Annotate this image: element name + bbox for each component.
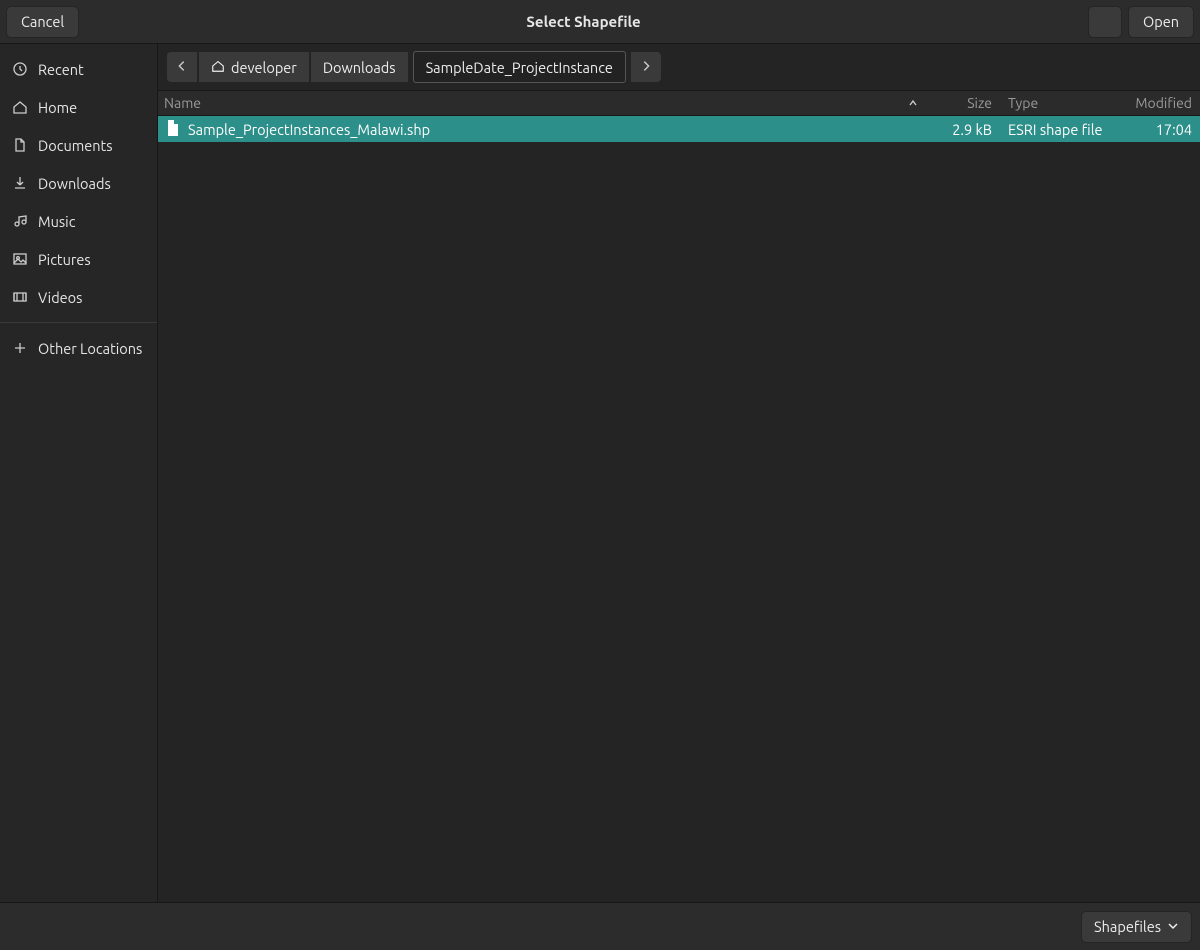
file-icon xyxy=(166,120,180,139)
breadcrumb-segment-home[interactable]: developer xyxy=(198,51,310,83)
column-header-modified[interactable]: Modified xyxy=(1120,95,1200,111)
file-row[interactable]: Sample_ProjectInstances_Malawi.shp 2.9 k… xyxy=(158,116,1200,142)
sidebar-separator xyxy=(0,322,157,323)
sidebar-item-pictures[interactable]: Pictures xyxy=(0,240,157,278)
clock-icon xyxy=(12,61,28,77)
breadcrumb-forward-button[interactable] xyxy=(630,51,662,83)
column-header-type[interactable]: Type xyxy=(1000,95,1120,111)
home-icon xyxy=(211,59,225,76)
column-header-label: Size xyxy=(967,95,992,111)
chevron-right-icon xyxy=(639,59,653,76)
sidebar-item-label: Recent xyxy=(38,61,84,78)
sort-ascending-icon xyxy=(908,95,918,111)
file-name: Sample_ProjectInstances_Malawi.shp xyxy=(188,121,430,138)
main-area: developer Downloads SampleDate_ProjectIn… xyxy=(158,44,1200,902)
dialog-title: Select Shapefile xyxy=(79,13,1088,30)
plus-icon xyxy=(12,340,28,356)
video-icon xyxy=(12,289,28,305)
sidebar-item-label: Music xyxy=(38,213,75,230)
sidebar-item-label: Downloads xyxy=(38,175,111,192)
breadcrumb-bar: developer Downloads SampleDate_ProjectIn… xyxy=(158,44,1200,90)
sidebar-item-label: Home xyxy=(38,99,77,116)
sidebar-item-downloads[interactable]: Downloads xyxy=(0,164,157,202)
file-list[interactable]: Sample_ProjectInstances_Malawi.shp 2.9 k… xyxy=(158,116,1200,902)
breadcrumb-segment-current[interactable]: SampleDate_ProjectInstance xyxy=(413,51,626,83)
titlebar: Cancel Select Shapefile Open xyxy=(0,0,1200,44)
documents-icon xyxy=(12,137,28,153)
breadcrumb-label: developer xyxy=(231,59,297,76)
file-filter-dropdown[interactable]: Shapefiles xyxy=(1081,911,1192,943)
breadcrumb-segment-downloads[interactable]: Downloads xyxy=(310,51,409,83)
sidebar-item-label: Other Locations xyxy=(38,340,142,357)
open-button[interactable]: Open xyxy=(1128,6,1194,38)
picture-icon xyxy=(12,251,28,267)
sidebar-item-documents[interactable]: Documents xyxy=(0,126,157,164)
column-header-size[interactable]: Size xyxy=(930,95,1000,111)
places-sidebar: Recent Home Documents Downloads Music xyxy=(0,44,158,902)
sidebar-item-videos[interactable]: Videos xyxy=(0,278,157,316)
sidebar-item-recent[interactable]: Recent xyxy=(0,50,157,88)
file-list-header: Name Size Type Modified xyxy=(158,90,1200,116)
sidebar-item-other-locations[interactable]: Other Locations xyxy=(0,329,157,367)
column-header-label: Type xyxy=(1008,95,1038,111)
search-button[interactable] xyxy=(1088,6,1122,38)
file-filter-label: Shapefiles xyxy=(1094,918,1161,935)
sidebar-item-label: Videos xyxy=(38,289,82,306)
music-icon xyxy=(12,213,28,229)
download-icon xyxy=(12,175,28,191)
column-header-name[interactable]: Name xyxy=(158,95,930,111)
file-modified: 17:04 xyxy=(1120,121,1200,138)
home-icon xyxy=(12,99,28,115)
breadcrumb-label: Downloads xyxy=(323,59,396,76)
column-header-label: Name xyxy=(164,95,201,111)
column-header-label: Modified xyxy=(1135,95,1192,111)
cancel-button[interactable]: Cancel xyxy=(6,6,79,38)
chevron-left-icon xyxy=(175,59,189,76)
chevron-down-icon xyxy=(1167,918,1179,935)
footer: Shapefiles xyxy=(0,902,1200,950)
sidebar-item-home[interactable]: Home xyxy=(0,88,157,126)
breadcrumb-label: SampleDate_ProjectInstance xyxy=(426,59,613,76)
cancel-button-label: Cancel xyxy=(21,13,64,30)
breadcrumb-back-button[interactable] xyxy=(166,51,198,83)
sidebar-item-label: Pictures xyxy=(38,251,91,268)
file-size: 2.9 kB xyxy=(930,121,1000,138)
open-button-label: Open xyxy=(1143,13,1179,30)
file-type: ESRI shape file xyxy=(1000,121,1120,138)
sidebar-item-label: Documents xyxy=(38,137,113,154)
sidebar-item-music[interactable]: Music xyxy=(0,202,157,240)
